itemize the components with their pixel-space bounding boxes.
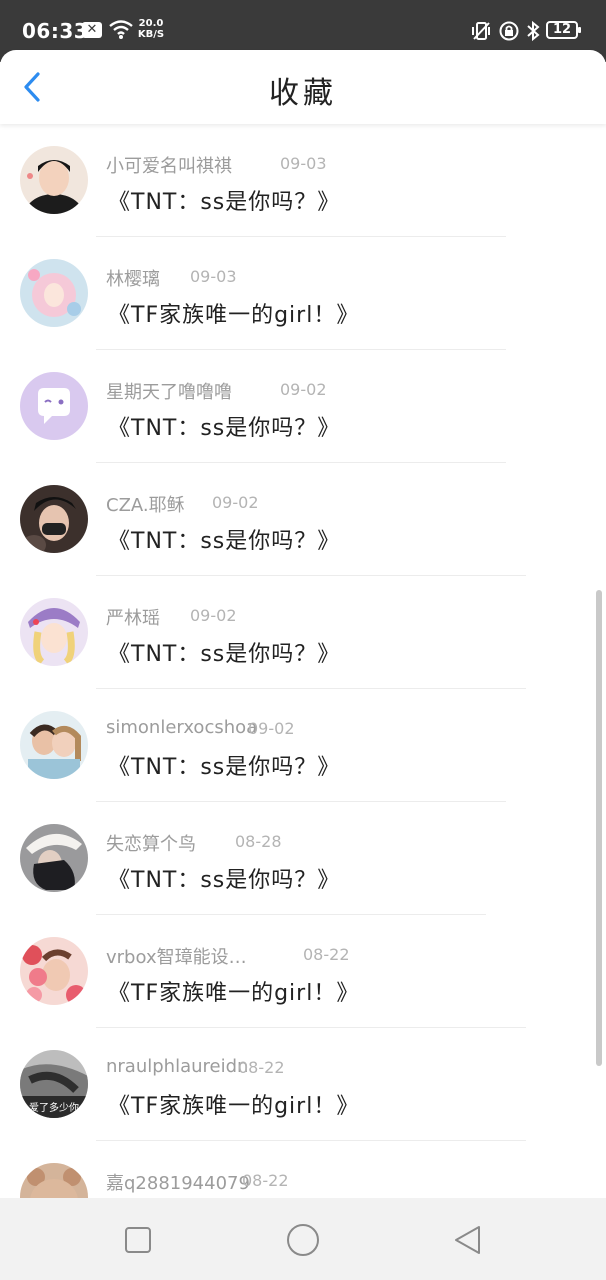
list-item[interactable]: 爱了多少你 nraulphlaureidn 08-22 《TF家族唯一的girl… [0,1028,590,1141]
item-date: 08-22 [238,1058,285,1077]
list-item[interactable]: 星期天了噜噜噜 09-02 《TNT：ss是你吗？》 [0,350,590,463]
avatar: 爱了多少你 [20,1050,88,1118]
item-name: vrbox智璋能设… [106,947,247,968]
list-item[interactable]: CZA.耶稣 09-02 《TNT：ss是你吗？》 [0,463,590,576]
status-time: 06:33 [22,19,89,43]
list-item[interactable]: 小可爱名叫祺祺 09-03 《TNT：ss是你吗？》 [0,124,590,237]
item-date: 09-02 [280,380,327,399]
list-item[interactable]: 严林瑶 09-02 《TNT：ss是你吗？》 [0,576,590,689]
scrollbar[interactable] [596,590,602,1066]
network-speed-unit: KB/S [137,29,165,40]
wifi-icon [109,20,133,39]
navigation-bar [0,1198,606,1280]
avatar [20,1163,88,1198]
avatar [20,711,88,779]
item-title: 《TNT：ss是你吗？》 [108,642,341,667]
item-title: 《TF家族唯一的girl！》 [108,303,360,328]
item-date: 09-03 [190,267,237,286]
item-title: 《TF家族唯一的girl！》 [108,981,360,1006]
bluetooth-icon [527,20,540,42]
avatar [20,485,88,553]
list-item[interactable]: 失恋算个鸟 08-28 《TNT：ss是你吗？》 [0,802,590,915]
page-title: 收藏 [269,76,337,111]
item-title: 《TNT：ss是你吗？》 [108,416,341,441]
item-date: 08-28 [235,832,282,851]
item-date: 08-22 [242,1171,289,1190]
item-name: 林樱璃 [106,269,160,290]
item-date: 08-22 [303,945,350,964]
favorites-screen: 06:33 ✕ 20.0 KB/S 12 收藏 小可爱名叫祺祺 09-03 《T… [0,0,606,1280]
item-name: 小可爱名叫祺祺 [106,156,232,177]
avatar [20,824,88,892]
back-triangle-icon[interactable] [452,1224,484,1256]
network-speed-value: 20.0 [138,18,164,29]
item-date: 09-02 [190,606,237,625]
item-title: 《TNT：ss是你吗？》 [108,868,341,893]
header: 收藏 [0,50,606,124]
item-name: 星期天了噜噜噜 [106,382,232,403]
xbox-icon: ✕ [82,22,102,38]
home-circle-icon[interactable] [286,1223,320,1257]
item-title: 《TNT：ss是你吗？》 [108,755,341,780]
item-name: 嘉q2881944079 [106,1173,250,1194]
item-date: 09-03 [280,154,327,173]
item-title: 《TNT：ss是你吗？》 [108,529,341,554]
item-name: 失恋算个鸟 [106,834,196,855]
favorites-list[interactable]: 小可爱名叫祺祺 09-03 《TNT：ss是你吗？》 林樱璃 09-03 《TF… [0,124,606,1198]
item-date: 09-02 [212,493,259,512]
item-title: 《TNT：ss是你吗？》 [108,190,341,215]
item-name: nraulphlaureidn [106,1056,249,1077]
avatar [20,372,88,440]
list-item[interactable]: simonlerxocshoa 09-02 《TNT：ss是你吗？》 [0,689,590,802]
item-name: 严林瑶 [106,608,160,629]
avatar [20,259,88,327]
item-title: 《TF家族唯一的girl！》 [108,1094,360,1119]
recent-apps-square-icon[interactable] [124,1226,152,1254]
item-date: 09-02 [248,719,295,738]
list-item[interactable]: 林樱璃 09-03 《TF家族唯一的girl！》 [0,237,590,350]
list-item[interactable]: 嘉q2881944079 08-22 [0,1141,590,1198]
avatar [20,598,88,666]
item-name: CZA.耶稣 [106,495,185,516]
network-speed: 20.0 KB/S [136,18,166,40]
lock-rotation-icon [499,21,519,41]
avatar [20,937,88,1005]
item-name: simonlerxocshoa [106,717,258,738]
avatar-caption: 爱了多少你 [29,1101,79,1114]
battery-icon: 12 [546,21,581,39]
list-item[interactable]: vrbox智璋能设… 08-22 《TF家族唯一的girl！》 [0,915,590,1028]
avatar [20,146,88,214]
vibrate-icon [472,22,490,40]
